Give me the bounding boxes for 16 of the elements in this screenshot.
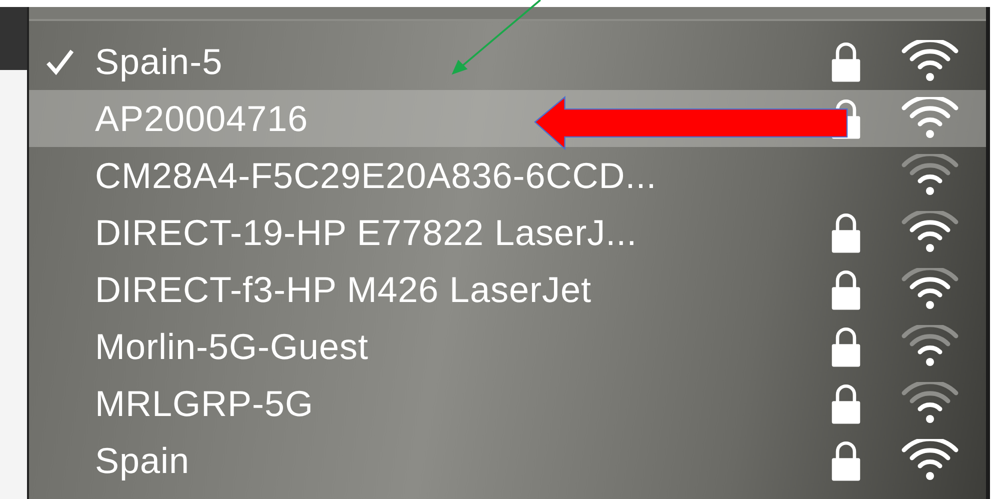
- network-item[interactable]: MRLGRP-5G: [29, 375, 986, 432]
- network-name: MRLGRP-5G: [95, 382, 314, 424]
- network-item[interactable]: Spain-5: [29, 33, 986, 90]
- menu-bar: [0, 7, 27, 70]
- network-name: Spain-5: [95, 40, 223, 82]
- network-item[interactable]: DIRECT-f3-HP M426 LaserJet: [29, 261, 986, 318]
- network-item[interactable]: CM28A4-F5C29E20A836-6CCD...: [29, 147, 986, 204]
- network-item[interactable]: Morlin-5G-Guest: [29, 318, 986, 375]
- network-name: CM28A4-F5C29E20A836-6CCD...: [95, 154, 657, 196]
- network-name: AP20004716: [95, 98, 308, 140]
- network-item[interactable]: Spain: [29, 432, 986, 489]
- network-item[interactable]: DIRECT-19-HP E77822 LaserJ...: [29, 204, 986, 261]
- network-name: DIRECT-f3-HP M426 LaserJet: [95, 268, 592, 310]
- network-name: Spain: [95, 440, 190, 482]
- network-name: DIRECT-19-HP E77822 LaserJ...: [95, 212, 638, 254]
- network-name: Morlin-5G-Guest: [95, 326, 369, 368]
